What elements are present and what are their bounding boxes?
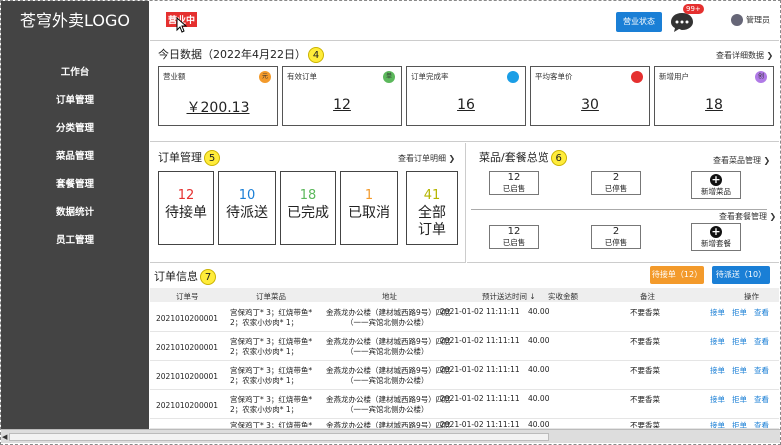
stat-card-average-price: 平均客单价 30 bbox=[530, 66, 650, 126]
stat-card-new-users: 新增用户 创 18 bbox=[654, 66, 774, 126]
sidebar-item-statistics[interactable]: 数据统计 bbox=[1, 199, 149, 227]
order-card-to-deliver[interactable]: 10 待派送 bbox=[218, 171, 276, 245]
marker-7: 7 bbox=[200, 269, 216, 285]
revenue-value: ￥200.13 bbox=[186, 100, 250, 116]
sidebar-item-orders[interactable]: 订单管理 bbox=[1, 87, 149, 115]
plus-icon: + bbox=[710, 225, 722, 238]
divider bbox=[471, 209, 767, 210]
revenue-icon: 元 bbox=[259, 71, 271, 83]
table-header: 订单号 订单菜品 地址 预计送达时间 ↓ 实收金额 备注 操作 bbox=[150, 288, 779, 302]
sidebar-item-dishes[interactable]: 菜品管理 bbox=[1, 143, 149, 171]
accept-order-link[interactable]: 接单 bbox=[710, 420, 725, 428]
table-row: 2021010200001 宫保鸡丁* 3；红烧带鱼* 2；农家小炒肉* 1； … bbox=[150, 362, 779, 390]
sidebar-item-categories[interactable]: 分类管理 bbox=[1, 115, 149, 143]
chevron-right-icon: ❯ bbox=[769, 212, 777, 221]
reject-order-link[interactable]: 拒单 bbox=[732, 394, 747, 405]
today-data-panel: 今日数据（2022年4月22日） 4 查看详细数据 ❯ 营业额 元 ￥200.13… bbox=[150, 42, 779, 142]
order-management-panel: 订单管理 5 查看订单明细 ❯ 12 待接单 10 待派送 18 已完成 1 已取… bbox=[150, 143, 466, 263]
mouse-cursor-icon bbox=[176, 17, 188, 33]
chevron-right-icon: ❯ bbox=[766, 51, 774, 60]
chevron-right-icon: ❯ bbox=[448, 154, 456, 163]
pending-orders-tab[interactable]: 待接单（12） bbox=[650, 266, 704, 284]
order-info-title: 订单信息 7 bbox=[154, 268, 216, 285]
average-price-value: 30 bbox=[581, 97, 599, 113]
sidebar: 苍穹外卖LOGO 工作台 订单管理 分类管理 菜品管理 套餐管理 数据统计 员工… bbox=[1, 1, 149, 429]
plus-icon: + bbox=[710, 173, 722, 186]
view-order-link[interactable]: 查看 bbox=[754, 365, 769, 376]
view-order-link[interactable]: 查看 bbox=[754, 336, 769, 347]
table-row: 宫保鸡丁* 3；红烧带鱼* 金燕龙办公楼（建材城西路9号）四层 2021-01-… bbox=[150, 420, 779, 429]
avatar bbox=[731, 14, 743, 26]
order-card-pending[interactable]: 12 待接单 bbox=[158, 171, 214, 245]
marker-6: 6 bbox=[550, 150, 567, 166]
stat-card-valid-orders: 有效订单 单 12 bbox=[282, 66, 402, 126]
orders-icon: 单 bbox=[383, 71, 395, 83]
sidebar-item-workbench[interactable]: 工作台 bbox=[1, 59, 149, 87]
order-card-completed[interactable]: 18 已完成 bbox=[280, 171, 336, 245]
view-order-link[interactable]: 查看 bbox=[754, 307, 769, 318]
sidebar-nav: 工作台 订单管理 分类管理 菜品管理 套餐管理 数据统计 员工管理 bbox=[1, 59, 149, 255]
table-row: 2021010200001 宫保鸡丁* 3；红烧带鱼* 2；农家小炒肉* 1； … bbox=[150, 333, 779, 361]
stat-card-revenue: 营业额 元 ￥200.13 bbox=[158, 66, 278, 126]
stat-card-completion-rate: 订单完成率 16 bbox=[406, 66, 526, 126]
combo-off-sale-box[interactable]: 2 已停售 bbox=[591, 225, 641, 249]
reject-order-link[interactable]: 拒单 bbox=[732, 365, 747, 376]
view-order-link[interactable]: 查看 bbox=[754, 394, 769, 405]
logo: 苍穹外卖LOGO bbox=[20, 11, 130, 30]
table-row: 2021010200001 宫保鸡丁* 3；红烧带鱼* 2；农家小炒肉* 1； … bbox=[150, 304, 779, 332]
order-info-panel: 订单信息 7 待接单（12） 待派送（10） 订单号 订单菜品 地址 预计送达时间… bbox=[150, 264, 779, 429]
order-management-title: 订单管理 5 bbox=[158, 149, 220, 166]
dishes-overview-panel: 菜品/套餐总览 6 查看菜品管理 ❯ 12 已启售 2 已停售 + 新增菜品 查看套餐管… bbox=[467, 143, 779, 263]
view-combo-management-link[interactable]: 查看套餐管理 ❯ bbox=[719, 211, 776, 222]
business-status-button[interactable]: 营业状态 bbox=[616, 12, 662, 32]
average-price-icon bbox=[631, 71, 643, 83]
valid-orders-value: 12 bbox=[333, 97, 351, 113]
marker-5: 5 bbox=[204, 150, 220, 166]
chevron-right-icon: ❯ bbox=[763, 156, 771, 165]
header: 营业中 营业状态 99+ 管理员 bbox=[150, 1, 779, 41]
admin-name: 管理员 bbox=[746, 15, 770, 25]
dish-off-sale-box[interactable]: 2 已停售 bbox=[591, 171, 641, 195]
sidebar-item-employees[interactable]: 员工管理 bbox=[1, 227, 149, 255]
message-badge: 99+ bbox=[683, 4, 704, 14]
scroll-left-icon[interactable]: ◀ bbox=[2, 433, 7, 441]
new-users-icon: 创 bbox=[755, 71, 767, 83]
sort-by-time-header[interactable]: 预计送达时间 ↓ bbox=[482, 291, 536, 302]
order-card-cancelled[interactable]: 1 已取消 bbox=[340, 171, 398, 245]
to-deliver-orders-tab[interactable]: 待派送（10） bbox=[712, 266, 770, 284]
dish-on-sale-box[interactable]: 12 已启售 bbox=[489, 171, 539, 195]
reject-order-link[interactable]: 拒单 bbox=[732, 420, 747, 428]
new-users-value: 18 bbox=[705, 97, 723, 113]
sidebar-item-combos[interactable]: 套餐管理 bbox=[1, 171, 149, 199]
accept-order-link[interactable]: 接单 bbox=[710, 307, 725, 318]
add-dish-button[interactable]: + 新增菜品 bbox=[691, 171, 741, 199]
today-title: 今日数据（2022年4月22日） 4 bbox=[158, 46, 324, 63]
view-order-detail-link[interactable]: 查看订单明细 ❯ bbox=[398, 153, 455, 164]
marker-4: 4 bbox=[308, 47, 324, 63]
combo-on-sale-box[interactable]: 12 已启售 bbox=[489, 225, 539, 249]
view-dish-management-link[interactable]: 查看菜品管理 ❯ bbox=[713, 155, 770, 166]
add-combo-button[interactable]: + 新增套餐 bbox=[691, 223, 741, 251]
reject-order-link[interactable]: 拒单 bbox=[732, 336, 747, 347]
message-icon[interactable] bbox=[670, 11, 694, 33]
accept-order-link[interactable]: 接单 bbox=[710, 365, 725, 376]
reject-order-link[interactable]: 拒单 bbox=[732, 307, 747, 318]
dishes-overview-title: 菜品/套餐总览 6 bbox=[479, 149, 567, 166]
admin-menu[interactable]: 管理员 bbox=[731, 14, 770, 26]
view-order-link[interactable]: 查看 bbox=[754, 420, 769, 428]
accept-order-link[interactable]: 接单 bbox=[710, 336, 725, 347]
accept-order-link[interactable]: 接单 bbox=[710, 394, 725, 405]
horizontal-scrollbar[interactable]: ◀ bbox=[1, 429, 780, 443]
order-card-all[interactable]: 41 全部订单 bbox=[406, 171, 458, 245]
scrollbar-thumb[interactable] bbox=[9, 433, 549, 441]
completion-rate-value: 16 bbox=[457, 97, 475, 113]
table-row: 2021010200001 宫保鸡丁* 3；红烧带鱼* 2；农家小炒肉* 1； … bbox=[150, 391, 779, 419]
view-detail-data-link[interactable]: 查看详细数据 ❯ bbox=[716, 50, 773, 61]
completion-icon bbox=[507, 71, 519, 83]
